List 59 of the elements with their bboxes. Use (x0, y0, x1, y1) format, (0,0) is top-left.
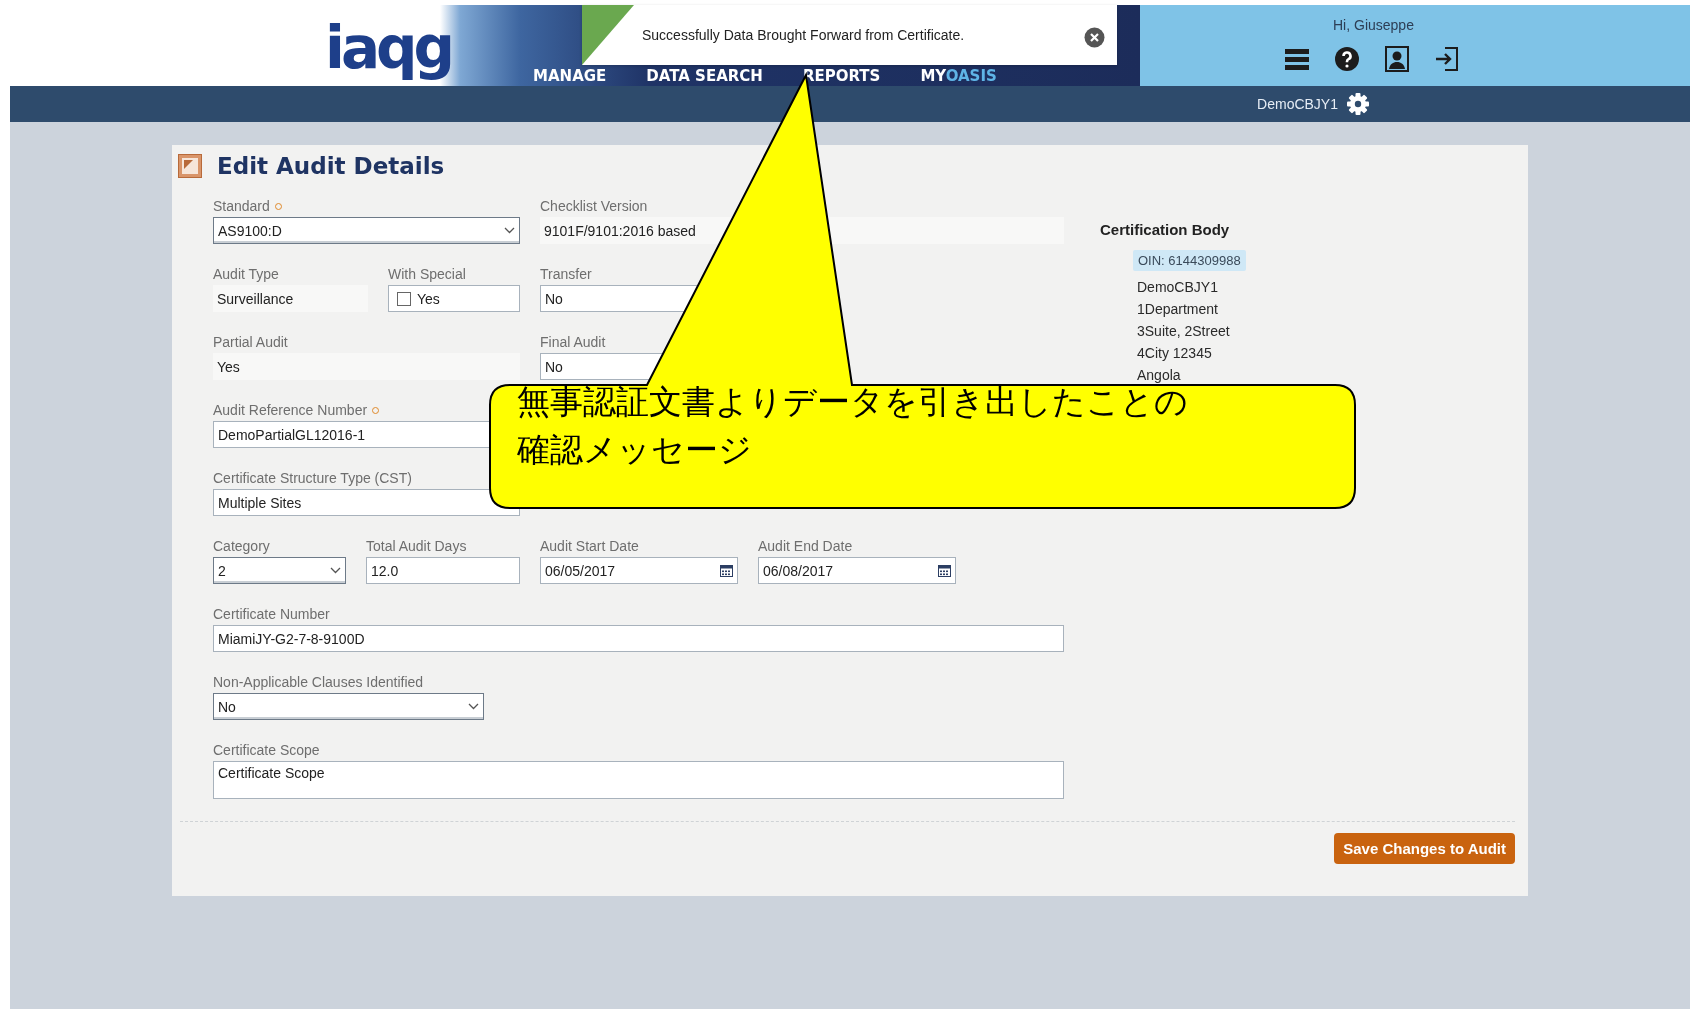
readonly-field: Yes (213, 353, 520, 380)
account-name[interactable]: DemoCBJY1 (1257, 96, 1338, 112)
field-label: Final Audit (540, 334, 606, 350)
calendar-icon[interactable] (720, 564, 733, 577)
input-field[interactable]: Multiple Sites (213, 489, 520, 516)
chevron-icon (468, 703, 479, 710)
field-label: Audit Start Date (540, 538, 639, 554)
chevron-icon (504, 227, 515, 234)
address-line: Angola (1137, 366, 1182, 385)
field-label: Audit Reference Number (213, 402, 368, 418)
field-label: Audit End Date (758, 538, 853, 554)
section-heading: Certification Body (1100, 221, 1231, 238)
field-label: Partial Audit (213, 334, 288, 350)
select-field[interactable]: No (213, 693, 484, 720)
field-label: Standard (213, 198, 270, 214)
corner-triangle-icon (582, 5, 634, 65)
checkbox-field[interactable]: Yes (388, 285, 520, 312)
field-label: Total Audit Days (366, 538, 467, 554)
help-icon[interactable] (1333, 45, 1361, 73)
field-label: With Special (388, 266, 466, 282)
nav-link[interactable]: MYOASIS (920, 68, 997, 84)
field-label: Non-Applicable Clauses Identified (213, 674, 424, 690)
nav-link[interactable]: REPORTS (802, 68, 881, 84)
input-field[interactable]: MiamiJY-G2-7-8-9100D (213, 625, 1064, 652)
field-label: Audit Type (213, 266, 279, 282)
address-line: DemoCBJY1 (1137, 278, 1219, 297)
settings-icon[interactable] (1346, 92, 1370, 116)
page-title: Edit Audit Details (217, 153, 445, 179)
oin-tag: OIN: 6144309988 (1133, 250, 1246, 271)
callout-tooltip-text: 無事認証文書よりデータを引き出したことの 確認メッセージ (517, 383, 1188, 470)
logout-icon[interactable] (1433, 45, 1461, 73)
nav-link[interactable]: DATA SEARCH (646, 68, 763, 84)
nav-link[interactable]: MANAGE (533, 68, 607, 84)
save-button[interactable]: Save Changes to Audit (1334, 833, 1515, 864)
date-field[interactable]: 06/05/2017 (540, 557, 738, 584)
select-field[interactable]: 2 (213, 557, 346, 584)
address-line: 4City 12345 (1137, 344, 1213, 363)
readonly-field: Surveillance (213, 285, 368, 312)
text-area[interactable]: Certificate Scope (213, 761, 1064, 799)
date-field[interactable]: 06/08/2017 (758, 557, 956, 584)
checkbox[interactable] (397, 291, 411, 306)
field-label: Transfer (540, 266, 592, 282)
edit-icon (178, 154, 202, 178)
calendar-icon[interactable] (938, 564, 951, 577)
select-field[interactable]: AS9100:D (213, 217, 520, 244)
input-field[interactable]: 12.0 (366, 557, 520, 584)
close-icon[interactable] (1084, 27, 1105, 48)
greeting-text: Hi, Giuseppe (1333, 17, 1414, 33)
field-label: Certificate Structure Type (CST) (213, 470, 412, 486)
user-icon[interactable] (1383, 45, 1411, 73)
field-label: Certificate Number (213, 606, 330, 622)
address-line: 3Suite, 2Street (1137, 322, 1231, 341)
logo[interactable]: iaqg (325, 18, 452, 78)
field-label: Category (213, 538, 270, 554)
chevron-icon (330, 567, 341, 574)
field-label: Checklist Version (540, 198, 648, 214)
address-line: 1Department (1137, 300, 1219, 319)
field-label: Certificate Scope (213, 742, 320, 758)
toast-message: Successfully Data Brought Forward from Certificate. (642, 27, 965, 43)
